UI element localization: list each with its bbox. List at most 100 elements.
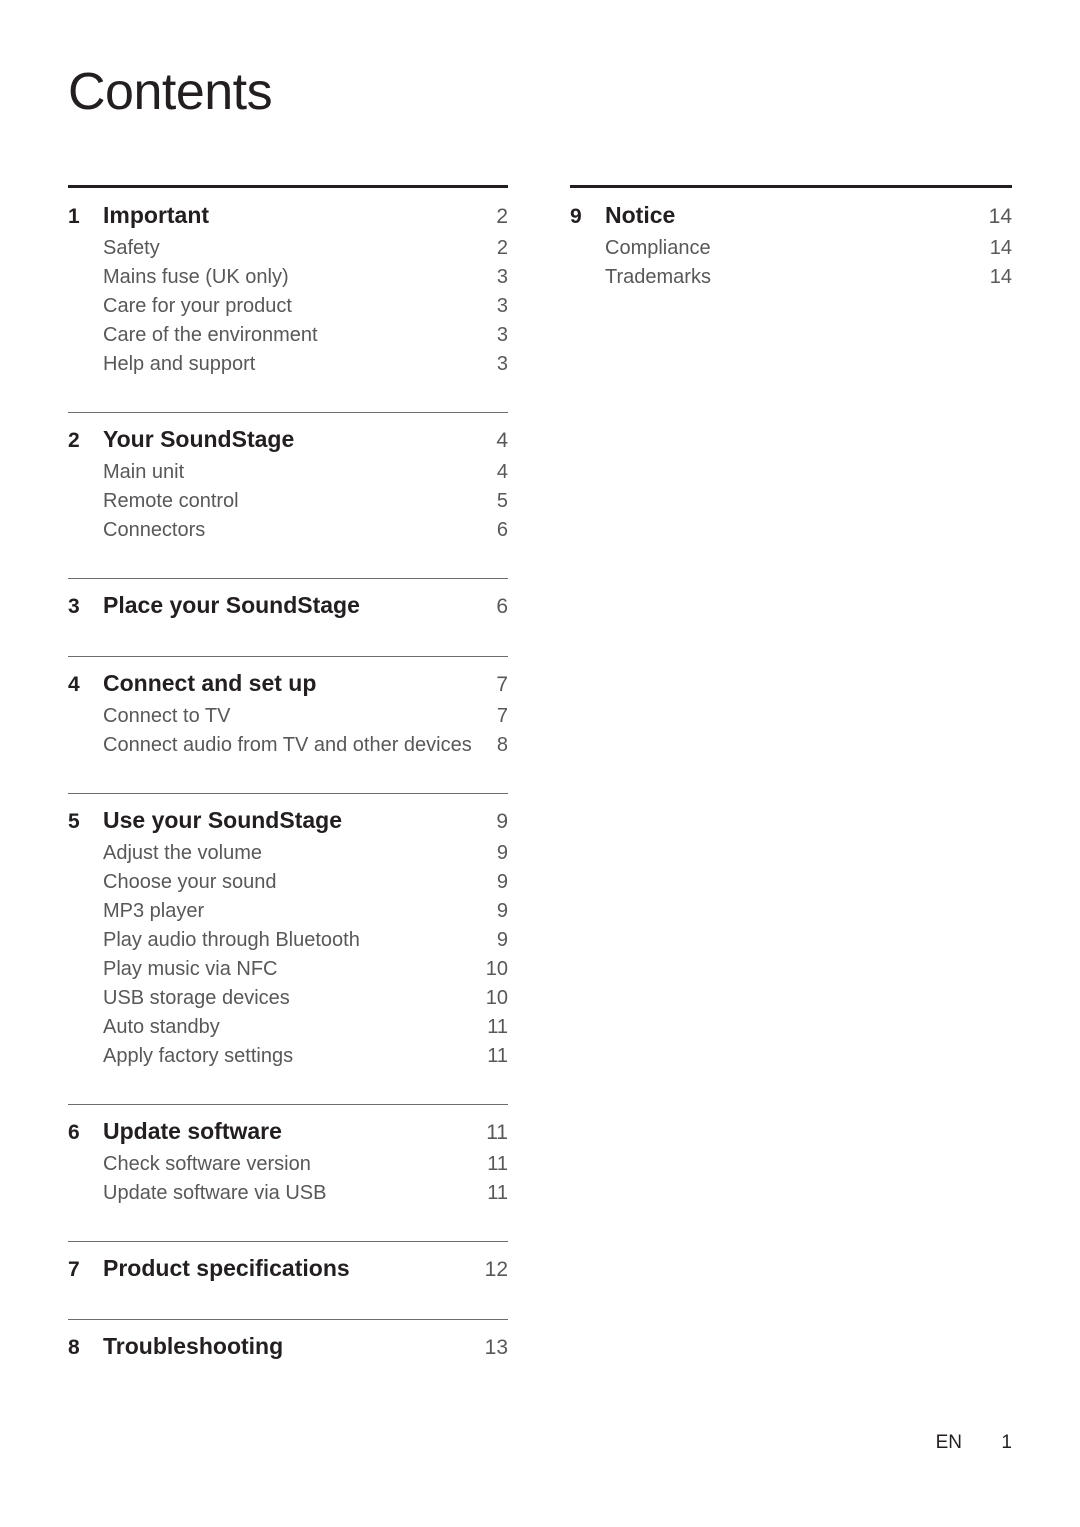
toc-section-title: Important (103, 202, 210, 228)
toc-entry[interactable]: USB storage devices 10 (68, 984, 508, 1012)
toc-section-page: 2 (496, 205, 508, 228)
toc-entry-page: 3 (496, 353, 508, 375)
toc-entry[interactable]: Safety 2 (68, 234, 508, 262)
toc-section: 1 Important 2 Safety 2 Mains fuse (UK only) 3 C… (68, 185, 508, 378)
toc-section-number: 9 (570, 205, 582, 228)
toc-entry-page: 11 (487, 1016, 508, 1038)
toc-section-heading[interactable]: 1 Important 2 (68, 200, 508, 232)
toc-entry-page: 14 (989, 237, 1012, 259)
toc-section: 6 Update software 11 Check software version… (68, 1104, 508, 1207)
toc-entry-label: Help and support (103, 353, 256, 375)
toc-section-heading[interactable]: 2 Your SoundStage 4 (68, 424, 508, 456)
toc-entry[interactable]: Compliance 14 (570, 234, 1012, 262)
toc-section-rule (68, 656, 508, 657)
toc-entry[interactable]: Apply factory settings 11 (68, 1042, 508, 1070)
toc-entry[interactable]: Update software via USB 11 (68, 1179, 508, 1207)
toc-section-heading[interactable]: 6 Update software 11 (68, 1116, 508, 1148)
toc-section-number: 8 (68, 1336, 80, 1359)
toc-entry-label: Connect to TV (103, 705, 231, 727)
toc-entry-label: Choose your sound (103, 871, 277, 893)
toc-section-title: Your SoundStage (103, 426, 295, 452)
toc-section-heading[interactable]: 7 Product specifications 12 (68, 1253, 508, 1285)
toc-entry-label: Auto standby (103, 1016, 220, 1038)
toc-entry[interactable]: Auto standby 11 (68, 1013, 508, 1041)
toc-section-title: Update software (103, 1118, 282, 1144)
toc-section-heading[interactable]: 3 Place your SoundStage 6 (68, 590, 508, 622)
toc-entry-label: Main unit (103, 461, 185, 483)
toc-entry[interactable]: Play music via NFC 10 (68, 955, 508, 983)
toc-section-heading[interactable]: 5 Use your SoundStage 9 (68, 805, 508, 837)
toc-entry[interactable]: Connect to TV 7 (68, 702, 508, 730)
toc-entry[interactable]: Choose your sound 9 (68, 868, 508, 896)
toc-section-number: 3 (68, 595, 80, 618)
toc-entry-page: 3 (496, 266, 508, 288)
toc-entry-label: USB storage devices (103, 987, 290, 1009)
toc-entry-page: 9 (496, 900, 508, 922)
toc-section-number: 6 (68, 1121, 80, 1144)
toc-section: 9 Notice 14 Compliance 14 Trademarks 14 (570, 185, 1012, 291)
toc-entry-label: Adjust the volume (103, 842, 262, 864)
toc-entry[interactable]: MP3 player 9 (68, 897, 508, 925)
toc-entry-label: Trademarks (605, 266, 711, 288)
toc-section-number: 1 (68, 205, 80, 228)
toc-section-page: 13 (484, 1336, 508, 1359)
toc-section-rule (68, 1319, 508, 1320)
toc-entry-page: 10 (485, 958, 508, 980)
toc-entry[interactable]: Trademarks 14 (570, 263, 1012, 291)
toc-section-rule (68, 1241, 508, 1242)
toc-section: 4 Connect and set up 7 Connect to TV 7 Connec… (68, 656, 508, 759)
toc-section-rule (68, 793, 508, 794)
toc-section-rule (68, 1104, 508, 1105)
toc-entry[interactable]: Connectors 6 (68, 516, 508, 544)
toc-entry-page: 9 (496, 929, 508, 951)
toc-entry-label: Compliance (605, 237, 711, 259)
toc-section-rule (68, 578, 508, 579)
toc-section-title: Product specifications (103, 1255, 350, 1281)
toc-entry[interactable]: Mains fuse (UK only) 3 (68, 263, 508, 291)
page-footer: EN 1 (0, 1432, 1012, 1454)
toc-section-number: 4 (68, 673, 80, 696)
toc-entry-page: 6 (496, 519, 508, 541)
toc-entry[interactable]: Main unit 4 (68, 458, 508, 486)
footer-language: EN (935, 1432, 962, 1453)
toc-section-heading[interactable]: 9 Notice 14 (570, 200, 1012, 232)
toc-section-page: 11 (486, 1121, 508, 1144)
toc-entry[interactable]: Check software version 11 (68, 1150, 508, 1178)
toc-entry-page: 3 (496, 324, 508, 346)
toc-section-page: 6 (496, 595, 508, 618)
toc-entry-page: 5 (496, 490, 508, 512)
toc-entry-label: Check software version (103, 1153, 311, 1175)
toc-entry-page: 11 (487, 1045, 508, 1067)
toc-section: 7 Product specifications 12 (68, 1241, 508, 1285)
toc-entry-page: 10 (485, 987, 508, 1009)
toc-section-heading[interactable]: 8 Troubleshooting 13 (68, 1331, 508, 1363)
toc-section-heading[interactable]: 4 Connect and set up 7 (68, 668, 508, 700)
toc-entry[interactable]: Remote control 5 (68, 487, 508, 515)
toc-entry-page: 11 (487, 1153, 508, 1175)
toc-entry[interactable]: Care for your product 3 (68, 292, 508, 320)
toc-entry[interactable]: Connect audio from TV and other devices 8 (68, 731, 508, 759)
toc-entry[interactable]: Help and support 3 (68, 350, 508, 378)
toc-entry-page: 4 (496, 461, 508, 483)
toc-entry[interactable]: Adjust the volume 9 (68, 839, 508, 867)
toc-entry-label: Apply factory settings (103, 1045, 294, 1067)
toc-column-left: 1 Important 2 Safety 2 Mains fuse (UK only) 3 C… (68, 185, 508, 1365)
toc-section-rule (68, 412, 508, 413)
toc-section: 2 Your SoundStage 4 Main unit 4 Remote contro… (68, 412, 508, 544)
toc-section: 3 Place your SoundStage 6 (68, 578, 508, 622)
page-title: Contents (68, 63, 273, 121)
toc-entry-page: 2 (496, 237, 508, 259)
toc-section-title: Troubleshooting (103, 1333, 284, 1359)
toc-entry-page: 11 (487, 1182, 508, 1204)
toc-entry-label: Update software via USB (103, 1182, 327, 1204)
toc-entry-label: Safety (103, 237, 160, 259)
toc-section-title: Place your SoundStage (103, 592, 360, 618)
toc-entry[interactable]: Care of the environment 3 (68, 321, 508, 349)
toc-section: 8 Troubleshooting 13 (68, 1319, 508, 1363)
footer-page-number: 1 (1001, 1432, 1012, 1453)
toc-entry-label: Mains fuse (UK only) (103, 266, 289, 288)
toc-entry-page: 9 (496, 842, 508, 864)
contents-page: Contents 1 Important 2 Safety 2 Mains fuse (U… (0, 0, 1080, 1527)
toc-entry[interactable]: Play audio through Bluetooth 9 (68, 926, 508, 954)
toc-section: 5 Use your SoundStage 9 Adjust the volume 9 C… (68, 793, 508, 1070)
